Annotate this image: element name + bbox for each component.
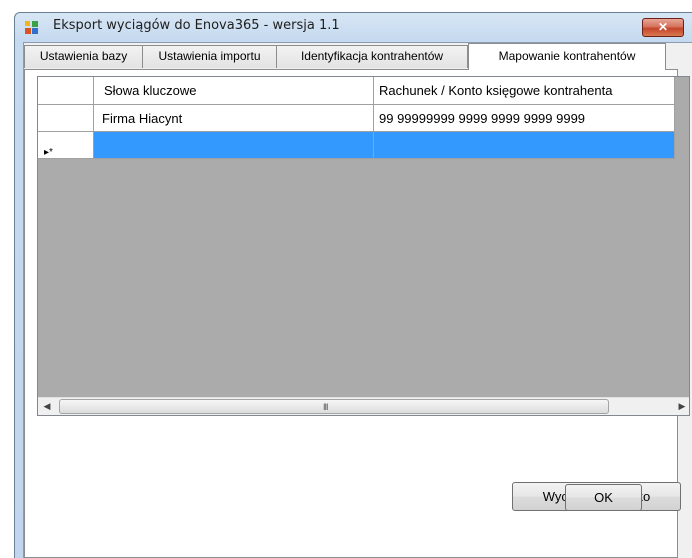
tab-ustawienia-importu[interactable]: Ustawienia importu xyxy=(142,45,277,68)
cell-slowa-kluczowe[interactable]: Firma Hiacynt xyxy=(94,105,374,131)
scroll-grip-icon: III xyxy=(323,402,328,412)
scroll-left-icon[interactable]: ◀ xyxy=(38,398,56,415)
column-header-slowa-kluczowe[interactable]: Słowa kluczowe xyxy=(94,77,374,104)
close-button[interactable]: ✕ xyxy=(642,18,684,37)
title-bar[interactable]: Eksport wyciągów do Enova365 - wersja 1.… xyxy=(15,13,692,41)
cell-rachunek[interactable]: 99 99999999 9999 9999 9999 9999 xyxy=(374,105,675,131)
client-area: Ustawienia bazy Ustawienia importu Ident… xyxy=(23,42,692,558)
main-window: Eksport wyciągów do Enova365 - wersja 1.… xyxy=(14,12,692,558)
table-row[interactable]: Firma Hiacynt 99 99999999 9999 9999 9999… xyxy=(38,105,675,132)
tab-ustawienia-bazy[interactable]: Ustawienia bazy xyxy=(24,45,143,68)
tab-mapowanie-kontrahentow[interactable]: Mapowanie kontrahentów xyxy=(468,43,666,70)
grid-corner-cell[interactable] xyxy=(38,77,94,104)
scroll-right-icon[interactable]: ▶ xyxy=(673,398,689,415)
new-row-header-cell[interactable]: ▸* xyxy=(38,132,94,158)
ok-button[interactable]: OK xyxy=(565,484,642,511)
mapping-grid[interactable]: Słowa kluczowe Rachunek / Konto księgowe… xyxy=(37,76,690,416)
tab-strip: Ustawienia bazy Ustawienia importu Ident… xyxy=(24,43,692,70)
app-icon xyxy=(25,21,41,35)
column-header-rachunek[interactable]: Rachunek / Konto księgowe kontrahenta xyxy=(374,77,675,104)
new-row-cell-rachunek[interactable] xyxy=(374,132,675,158)
horizontal-scrollbar[interactable]: ◀ III ▶ xyxy=(38,397,689,415)
grid-header-row: Słowa kluczowe Rachunek / Konto księgowe… xyxy=(38,77,675,105)
new-row-icon: ▸* xyxy=(44,147,53,158)
new-row[interactable]: ▸* xyxy=(38,132,675,159)
tab-identyfikacja-kontrahentow[interactable]: Identyfikacja kontrahentów xyxy=(276,45,468,68)
window-title: Eksport wyciągów do Enova365 - wersja 1.… xyxy=(53,18,340,33)
scroll-thumb[interactable]: III xyxy=(59,399,609,414)
new-row-cell-slowa-kluczowe[interactable] xyxy=(94,132,374,158)
row-header-cell[interactable] xyxy=(38,105,94,131)
